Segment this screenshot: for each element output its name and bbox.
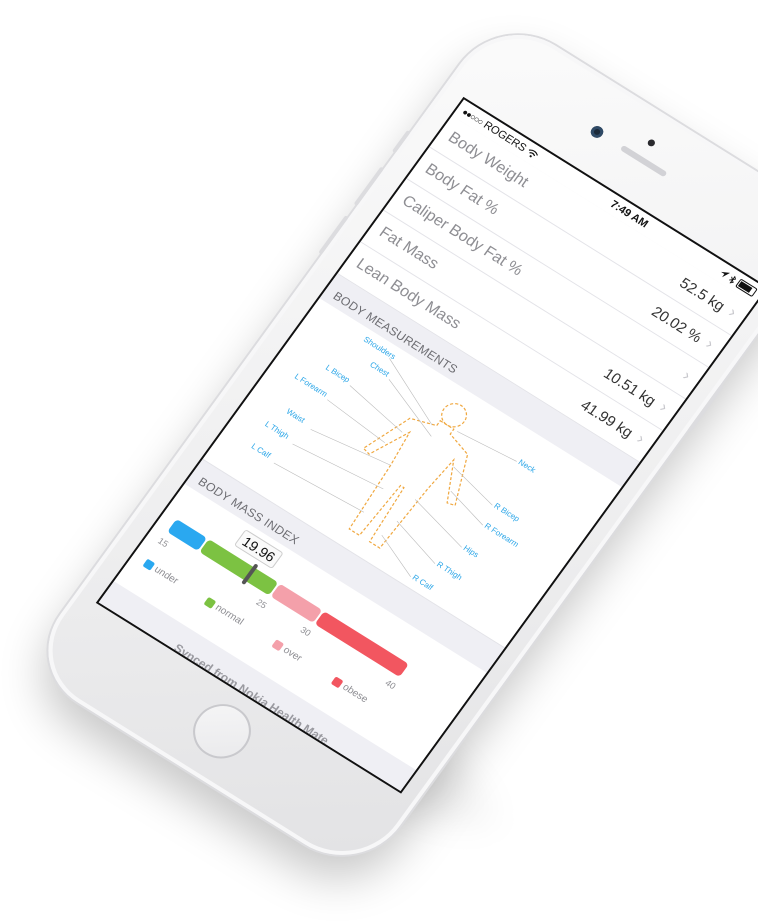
bmi-bar-over bbox=[270, 583, 323, 624]
chevron-right-icon: › bbox=[702, 336, 717, 353]
bmi-bar-obese bbox=[314, 611, 409, 678]
bmi-bar-under bbox=[167, 518, 208, 551]
bmi-tick-15: 15 bbox=[155, 535, 171, 550]
legend-obese: obese bbox=[330, 675, 370, 705]
bmi-tick-25: 25 bbox=[254, 597, 269, 611]
chevron-right-icon: › bbox=[633, 430, 648, 448]
chevron-right-icon: › bbox=[679, 367, 694, 385]
location-icon bbox=[720, 271, 731, 278]
bmi-tick-40: 40 bbox=[383, 677, 398, 692]
chevron-right-icon: › bbox=[656, 399, 671, 416]
legend-normal: normal bbox=[203, 596, 246, 628]
legend-label-under: under bbox=[151, 564, 181, 587]
iphone-device: ●●○○○ ROGERS 7:49 AM Body Weight 52.5 kg ›… bbox=[21, 10, 758, 880]
legend-under: under bbox=[142, 558, 180, 587]
bmi-tick-30: 30 bbox=[298, 624, 313, 639]
legend-label-over: over bbox=[280, 644, 304, 664]
wifi-icon bbox=[528, 149, 538, 158]
legend-over: over bbox=[271, 638, 304, 664]
chevron-right-icon: › bbox=[725, 304, 740, 321]
legend-label-normal: normal bbox=[213, 602, 246, 628]
legend-label-obese: obese bbox=[340, 681, 370, 706]
